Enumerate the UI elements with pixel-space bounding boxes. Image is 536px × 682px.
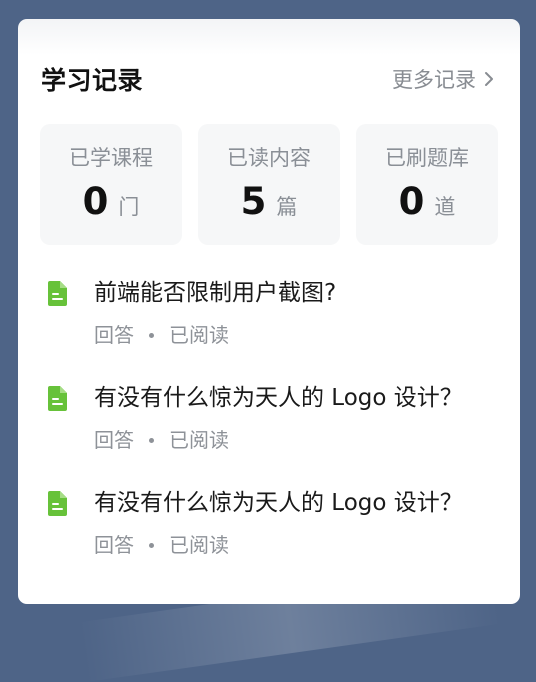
record-status: 已阅读 bbox=[169, 531, 229, 559]
stats-row: 已学课程 0 门 已读内容 5 篇 已刷题库 0 道 bbox=[40, 124, 498, 245]
separator-dot bbox=[149, 543, 154, 548]
record-title: 有没有什么惊为天人的 Logo 设计？ bbox=[94, 381, 494, 415]
stat-value: 0 bbox=[399, 180, 425, 224]
record-type: 回答 bbox=[94, 531, 134, 559]
record-meta: 回答 已阅读 bbox=[94, 321, 229, 349]
separator-dot bbox=[149, 438, 154, 443]
record-list: 前端能否限制用户截图? 回答 已阅读 有没有什么惊为天人的 Logo 设计？ 回… bbox=[18, 269, 520, 584]
card-header: 学习记录 更多记录 bbox=[41, 59, 494, 99]
stat-courses[interactable]: 已学课程 0 门 bbox=[40, 124, 182, 245]
stat-value: 0 bbox=[83, 180, 109, 224]
stat-label: 已读内容 bbox=[227, 144, 311, 172]
separator-dot bbox=[149, 333, 154, 338]
stat-unit: 道 bbox=[434, 191, 455, 221]
more-records-link[interactable]: 更多记录 bbox=[392, 64, 494, 94]
document-icon bbox=[45, 281, 70, 306]
stat-read-content[interactable]: 已读内容 5 篇 bbox=[198, 124, 340, 245]
document-icon bbox=[45, 491, 70, 516]
card-title: 学习记录 bbox=[41, 61, 143, 97]
document-icon bbox=[45, 386, 70, 411]
more-records-label: 更多记录 bbox=[392, 64, 476, 94]
record-type: 回答 bbox=[94, 426, 134, 454]
record-title: 有没有什么惊为天人的 Logo 设计？ bbox=[94, 486, 494, 520]
record-meta: 回答 已阅读 bbox=[94, 426, 229, 454]
record-item[interactable]: 有没有什么惊为天人的 Logo 设计？ 回答 已阅读 bbox=[18, 374, 520, 479]
stat-label: 已学课程 bbox=[69, 144, 153, 172]
stat-unit: 门 bbox=[118, 191, 139, 221]
record-item[interactable]: 有没有什么惊为天人的 Logo 设计？ 回答 已阅读 bbox=[18, 479, 520, 584]
record-item[interactable]: 前端能否限制用户截图? 回答 已阅读 bbox=[18, 269, 520, 374]
chevron-right-icon bbox=[484, 71, 494, 87]
record-status: 已阅读 bbox=[169, 426, 229, 454]
learning-record-card: 学习记录 更多记录 已学课程 0 门 已读内容 5 篇 已刷题库 0 bbox=[18, 19, 520, 604]
stat-label: 已刷题库 bbox=[385, 144, 469, 172]
stat-unit: 篇 bbox=[276, 191, 297, 221]
record-meta: 回答 已阅读 bbox=[94, 531, 229, 559]
stat-value: 5 bbox=[241, 180, 267, 224]
record-title: 前端能否限制用户截图? bbox=[94, 276, 494, 310]
record-type: 回答 bbox=[94, 321, 134, 349]
record-status: 已阅读 bbox=[169, 321, 229, 349]
stat-question-bank[interactable]: 已刷题库 0 道 bbox=[356, 124, 498, 245]
